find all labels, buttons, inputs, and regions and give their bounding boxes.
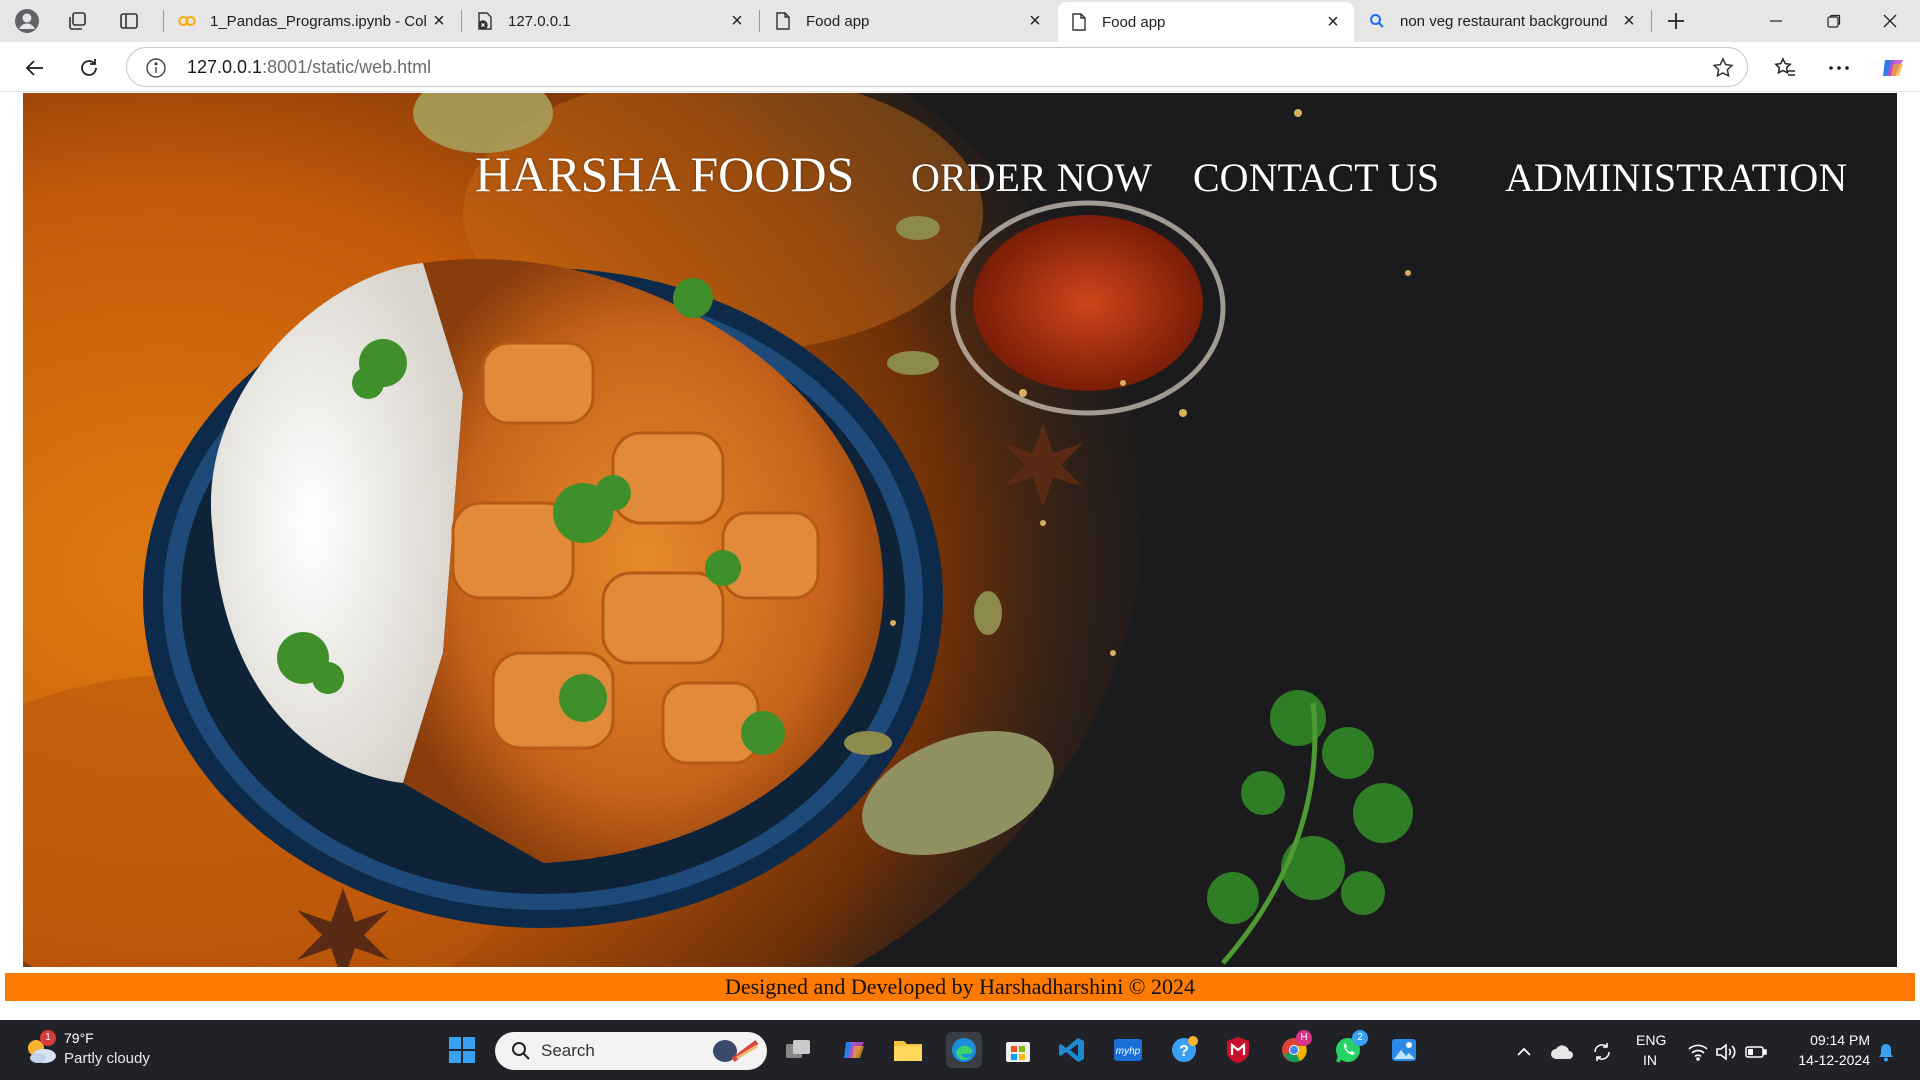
url-host: 127.0.0.1 <box>187 57 263 77</box>
close-icon[interactable]: × <box>724 8 750 34</box>
mcafee-icon[interactable] <box>1220 1032 1256 1068</box>
favorites-icon[interactable] <box>1768 51 1802 85</box>
back-button[interactable] <box>18 51 52 85</box>
clock-date: 14-12-2024 <box>1798 1052 1870 1068</box>
tab-title: 127.0.0.1 <box>508 12 571 30</box>
weather-temperature: 79°F <box>64 1030 94 1046</box>
page-icon <box>1070 13 1088 31</box>
nav-order-now[interactable]: ORDER NOW <box>911 154 1152 201</box>
vscode-icon[interactable] <box>1054 1032 1090 1068</box>
restore-button[interactable] <box>1806 0 1862 42</box>
food-background-image <box>23 93 1897 967</box>
tab-search-result[interactable]: non veg restaurant background × <box>1356 0 1650 42</box>
search-highlight-icon <box>713 1040 759 1062</box>
tab-food-app-active[interactable]: Food app × <box>1058 2 1354 42</box>
close-icon[interactable]: × <box>426 8 452 34</box>
url-path: :8001/static/web.html <box>262 57 432 77</box>
site-info-icon[interactable] <box>145 57 167 79</box>
url-text[interactable]: 127.0.0.1:8001/static/web.html <box>187 48 431 86</box>
system-clock[interactable]: 09:14 PM 14-12-2024 <box>1780 1030 1870 1070</box>
myhp-icon[interactable]: myhp <box>1110 1032 1146 1068</box>
clock-time: 09:14 PM <box>1810 1032 1870 1048</box>
favorite-star-icon[interactable] <box>1711 56 1735 80</box>
tab-title: Food app <box>806 12 870 30</box>
tab-title: non veg restaurant background <box>1400 12 1608 30</box>
close-window-button[interactable] <box>1862 0 1918 42</box>
web-page: HARSHA FOODS ORDER NOW CONTACT US ADMINI… <box>0 93 1920 1018</box>
brand-logo-link[interactable]: HARSHA FOODS <box>475 145 854 203</box>
edge-browser-icon[interactable] <box>946 1032 982 1068</box>
battery-icon[interactable] <box>1738 1034 1774 1070</box>
taskbar-search-box[interactable]: Search <box>495 1032 767 1070</box>
new-tab-icon[interactable] <box>1661 6 1691 36</box>
tab-title: 1_Pandas_Programs.ipynb - Colab <box>210 12 426 30</box>
copilot-icon[interactable] <box>1876 51 1910 85</box>
weather-alert-badge: 1 <box>40 1030 56 1046</box>
region-code: IN <box>1643 1052 1657 1068</box>
onedrive-cloud-icon[interactable] <box>1544 1034 1580 1070</box>
page-footer: Designed and Developed by Harshadharshin… <box>5 973 1915 1001</box>
copilot-app-icon[interactable] <box>836 1032 872 1068</box>
browser-tab-strip: 1_Pandas_Programs.ipynb - Colab × 127.0.… <box>0 0 1920 42</box>
whatsapp-unread-badge: 2 <box>1352 1030 1368 1046</box>
tab-colab[interactable]: 1_Pandas_Programs.ipynb - Colab × <box>166 0 460 42</box>
notification-bell-icon[interactable] <box>1868 1034 1904 1070</box>
sync-icon[interactable] <box>1584 1034 1620 1070</box>
weather-condition: Partly cloudy <box>64 1050 150 1067</box>
get-help-icon[interactable]: ? <box>1166 1032 1202 1068</box>
address-bar[interactable]: 127.0.0.1:8001/static/web.html <box>126 47 1748 87</box>
start-button[interactable] <box>444 1032 480 1068</box>
microsoft-store-icon[interactable] <box>1000 1032 1036 1068</box>
page-error-icon <box>476 12 494 30</box>
search-icon <box>1368 12 1386 30</box>
colab-icon <box>178 12 196 30</box>
language-code: ENG <box>1636 1032 1667 1048</box>
reload-button[interactable] <box>72 51 106 85</box>
show-hidden-icons-chevron-icon[interactable] <box>1506 1034 1542 1070</box>
tab-food-app-1[interactable]: Food app × <box>762 0 1056 42</box>
tab-title: Food app <box>1102 13 1166 31</box>
close-icon[interactable]: × <box>1320 9 1346 35</box>
search-icon <box>512 1042 530 1060</box>
footer-credit-text: Designed and Developed by Harshadharshin… <box>724 974 1196 999</box>
weather-widget[interactable]: 1 79°F Partly cloudy <box>22 1030 182 1072</box>
nav-administration[interactable]: ADMINISTRATION <box>1505 154 1847 201</box>
task-view-icon[interactable] <box>780 1032 816 1068</box>
photos-icon[interactable] <box>1386 1032 1422 1068</box>
chrome-profile-badge: H <box>1296 1030 1312 1046</box>
profile-icon[interactable] <box>12 6 42 36</box>
more-options-icon[interactable] <box>1822 51 1856 85</box>
nav-contact-us[interactable]: CONTACT US <box>1193 154 1439 201</box>
close-icon[interactable]: × <box>1616 8 1642 34</box>
close-icon[interactable]: × <box>1022 8 1048 34</box>
tab-localhost[interactable]: 127.0.0.1 × <box>464 0 758 42</box>
search-label: Search <box>541 1041 595 1060</box>
workspaces-icon[interactable] <box>62 6 92 36</box>
page-icon <box>774 12 792 30</box>
hero-banner: HARSHA FOODS ORDER NOW CONTACT US ADMINI… <box>23 93 1897 967</box>
file-explorer-icon[interactable] <box>890 1032 926 1068</box>
svg-text:myhp: myhp <box>1116 1046 1141 1057</box>
tab-actions-icon[interactable] <box>114 6 144 36</box>
minimize-button[interactable] <box>1748 0 1804 42</box>
windows-taskbar: 1 79°F Partly cloudy Search myhp ? H 2 E… <box>0 1020 1920 1080</box>
language-indicator[interactable]: ENG IN <box>1636 1030 1667 1070</box>
browser-toolbar: 127.0.0.1:8001/static/web.html <box>0 42 1920 92</box>
svg-text:?: ? <box>1179 1043 1189 1060</box>
